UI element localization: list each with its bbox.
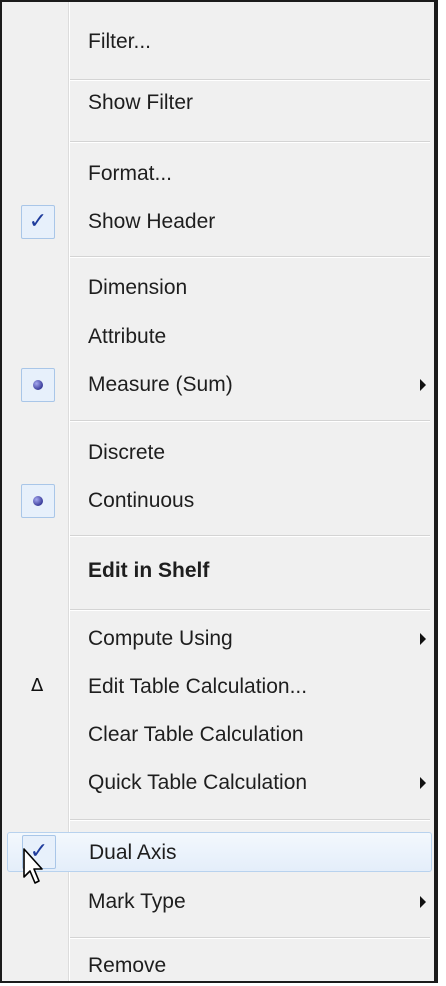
menu-item-label: Edit Table Calculation...	[88, 675, 308, 698]
check-box: ✓	[21, 205, 55, 239]
context-menu: Filter... Show Filter Format... ✓ Show H…	[0, 0, 438, 983]
menu-item-label: Mark Type	[88, 890, 186, 913]
menu-item-format[interactable]: Format...	[2, 154, 432, 194]
menu-item-continuous[interactable]: Continuous	[2, 481, 432, 521]
menu-item-measure-sum[interactable]: Measure (Sum)	[2, 365, 432, 405]
menu-item-filter[interactable]: Filter...	[2, 22, 432, 62]
menu-item-label: Continuous	[88, 489, 195, 512]
menu-item-label: Measure (Sum)	[88, 373, 233, 396]
radio-box	[21, 484, 55, 518]
delta-icon: Δ	[31, 675, 44, 696]
menu-item-discrete[interactable]: Discrete	[2, 433, 432, 473]
menu-separator	[70, 609, 430, 611]
submenu-arrow-icon	[420, 633, 426, 645]
menu-separator	[70, 79, 430, 81]
menu-item-label: Clear Table Calculation	[88, 723, 304, 746]
menu-item-show-filter[interactable]: Show Filter	[2, 83, 432, 123]
checkmark-icon: ✓	[28, 209, 48, 234]
menu-item-label: Edit in Shelf	[88, 559, 210, 582]
menu-item-label: Format...	[88, 162, 173, 185]
menu-item-label: Filter...	[88, 30, 152, 53]
menu-item-edit-table-calculation[interactable]: Δ Edit Table Calculation...	[2, 667, 432, 707]
menu-item-dimension[interactable]: Dimension	[2, 268, 432, 308]
menu-item-label: Dimension	[88, 276, 188, 299]
menu-separator	[70, 535, 430, 537]
menu-item-label: Compute Using	[88, 627, 233, 650]
submenu-arrow-icon	[420, 379, 426, 391]
menu-separator	[70, 937, 430, 939]
menu-item-label: Remove	[88, 954, 167, 977]
menu-item-clear-table-calculation[interactable]: Clear Table Calculation	[2, 715, 432, 755]
menu-item-label: Dual Axis	[89, 841, 177, 864]
menu-item-remove[interactable]: Remove	[2, 946, 432, 986]
mouse-cursor-icon	[23, 848, 43, 884]
menu-separator	[70, 420, 430, 422]
menu-item-label: Attribute	[88, 325, 167, 348]
menu-separator	[70, 141, 430, 143]
menu-item-quick-table-calculation[interactable]: Quick Table Calculation	[2, 763, 432, 803]
menu-separator	[70, 256, 430, 258]
menu-item-label: Quick Table Calculation	[88, 771, 308, 794]
menu-item-label: Discrete	[88, 441, 166, 464]
menu-separator	[70, 819, 430, 821]
radio-box	[21, 368, 55, 402]
submenu-arrow-icon	[420, 777, 426, 789]
menu-item-attribute[interactable]: Attribute	[2, 317, 432, 357]
menu-item-edit-in-shelf[interactable]: Edit in Shelf	[2, 551, 432, 591]
radio-dot-icon	[33, 496, 43, 506]
menu-item-mark-type[interactable]: Mark Type	[2, 882, 432, 922]
menu-item-dual-axis[interactable]: ✓ Dual Axis	[7, 832, 432, 872]
menu-item-compute-using[interactable]: Compute Using	[2, 619, 432, 659]
menu-item-show-header[interactable]: ✓ Show Header	[2, 202, 432, 242]
submenu-arrow-icon	[420, 896, 426, 908]
menu-item-label: Show Header	[88, 210, 216, 233]
menu-item-label: Show Filter	[88, 91, 194, 114]
radio-dot-icon	[33, 380, 43, 390]
